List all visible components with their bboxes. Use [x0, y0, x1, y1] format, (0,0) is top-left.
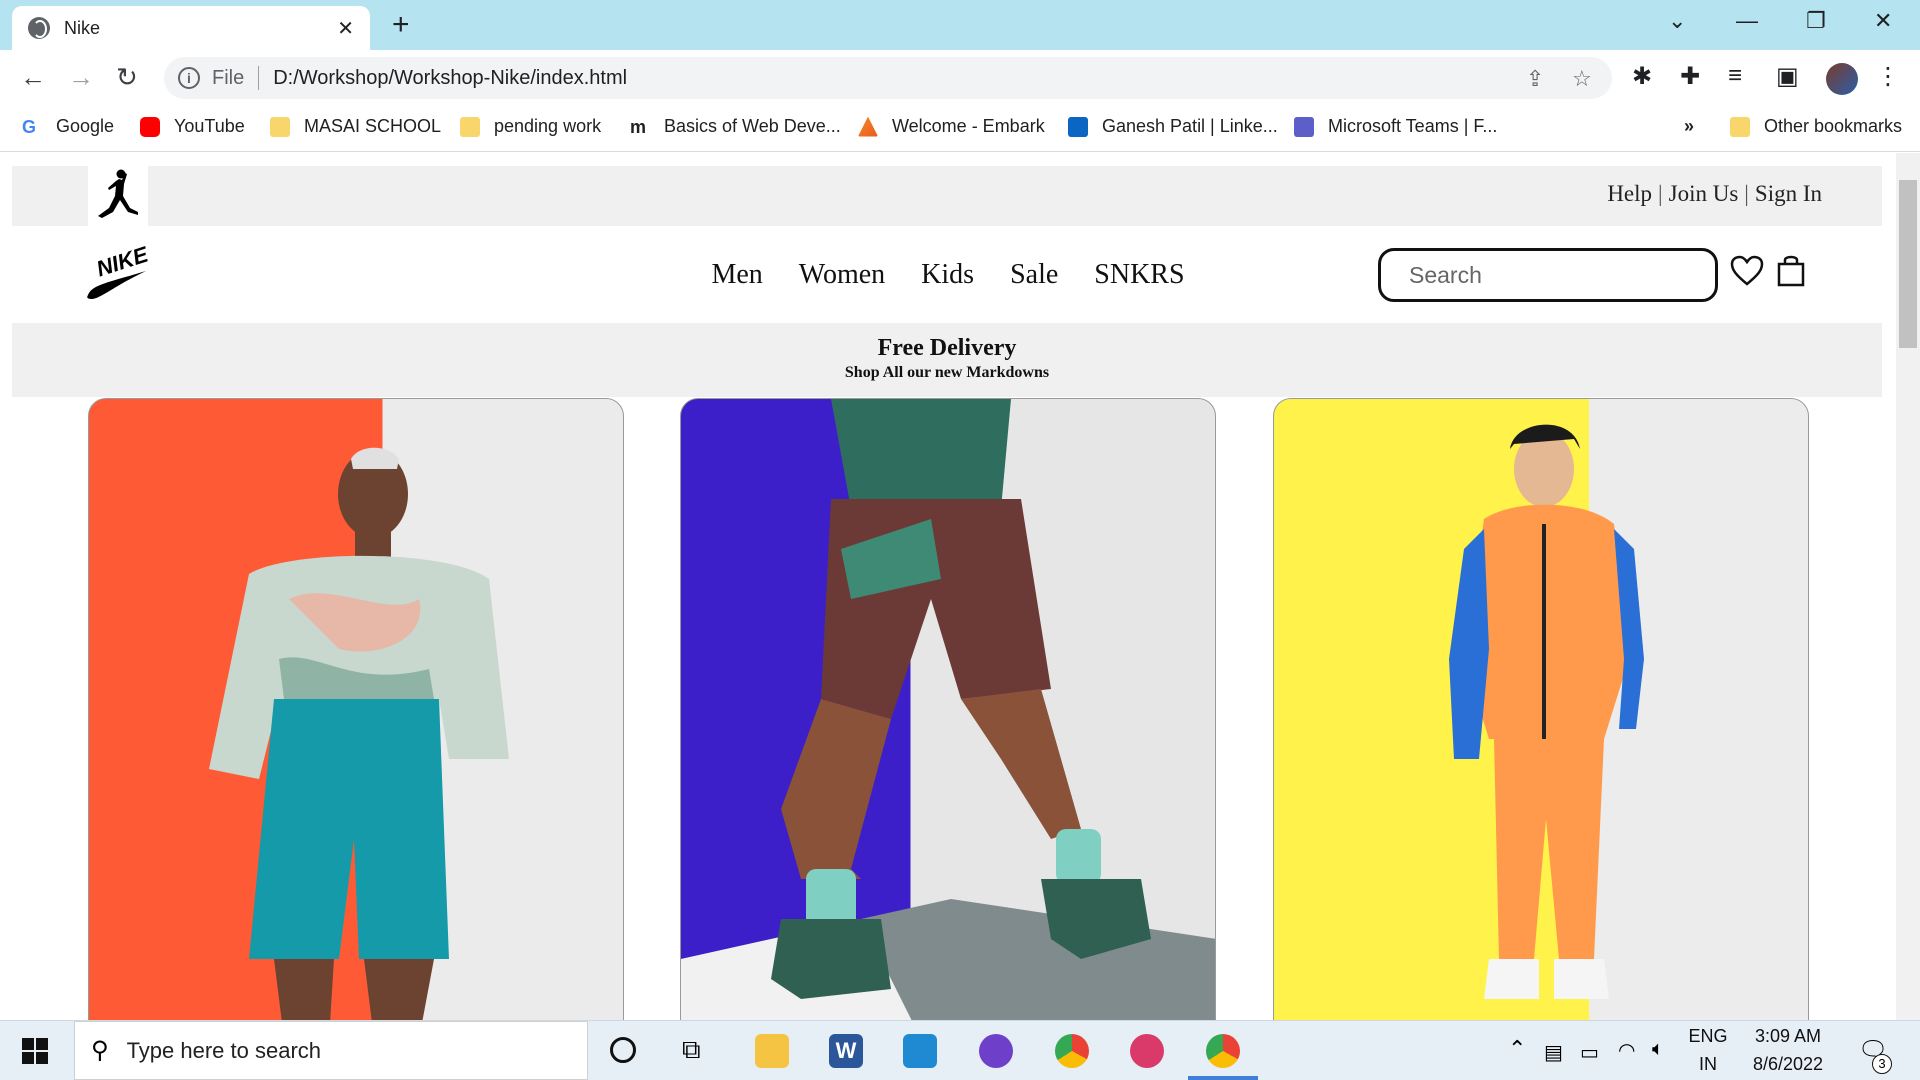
- search-input[interactable]: [1378, 248, 1718, 302]
- teams-icon: [1294, 116, 1314, 137]
- restore-button[interactable]: ❐: [1806, 8, 1826, 34]
- tab-title: Nike: [64, 17, 101, 38]
- bookmarks-overflow-button[interactable]: »: [1684, 116, 1694, 137]
- nav-sale[interactable]: Sale: [1010, 259, 1058, 291]
- bookmark-google[interactable]: G Google: [22, 116, 114, 137]
- folder-icon: [1730, 116, 1750, 137]
- jordan-jumpman-logo[interactable]: [88, 166, 148, 226]
- media-control-icon[interactable]: ≡: [1728, 62, 1742, 90]
- file-explorer-icon[interactable]: [755, 1034, 789, 1068]
- tray-app-icon[interactable]: ▤: [1544, 1040, 1563, 1065]
- tab-search-icon[interactable]: ⌄: [1668, 8, 1686, 34]
- card-tie-dye-outfit[interactable]: [88, 398, 624, 1020]
- other-bookmarks[interactable]: Other bookmarks: [1730, 116, 1902, 137]
- globe-icon: [28, 17, 50, 39]
- nav-kids[interactable]: Kids: [921, 259, 974, 291]
- github-desktop-icon[interactable]: [979, 1034, 1013, 1068]
- favorites-heart-icon[interactable]: [1730, 255, 1764, 292]
- new-tab-button[interactable]: +: [392, 8, 410, 42]
- clock-time[interactable]: 3:09 AM: [1740, 1026, 1836, 1047]
- reload-button[interactable]: ↻: [116, 62, 138, 93]
- minimize-button[interactable]: —: [1736, 8, 1758, 34]
- active-app-indicator: [1188, 1076, 1258, 1080]
- word-icon[interactable]: W: [829, 1034, 863, 1068]
- masai-m-icon: m: [630, 116, 647, 137]
- bookmark-pending-work[interactable]: pending work: [460, 116, 601, 137]
- snip-tool-icon[interactable]: [1130, 1034, 1164, 1068]
- bookmark-teams[interactable]: Microsoft Teams | F...: [1294, 116, 1497, 137]
- sign-in-link[interactable]: Sign In: [1755, 181, 1822, 206]
- browser-tab[interactable]: Nike ✕: [12, 6, 370, 50]
- utility-bar: [12, 166, 1882, 226]
- url-scheme: File: [212, 66, 245, 89]
- address-bar[interactable]: i File D:/Workshop/Workshop-Nike/index.h…: [164, 57, 1612, 99]
- linkedin-icon: [1068, 116, 1088, 137]
- side-panel-icon[interactable]: ▣: [1776, 62, 1799, 91]
- help-link[interactable]: Help: [1607, 181, 1652, 206]
- windows-start-icon[interactable]: [22, 1038, 48, 1069]
- notification-badge: 3: [1872, 1054, 1892, 1074]
- menu-kebab-icon[interactable]: ⋮: [1876, 62, 1900, 91]
- volume-icon[interactable]: 🔈︎: [1652, 1038, 1664, 1061]
- profile-avatar[interactable]: [1826, 63, 1858, 95]
- info-icon[interactable]: i: [178, 67, 200, 89]
- cortana-icon[interactable]: [610, 1037, 636, 1063]
- battery-icon[interactable]: ▭: [1580, 1040, 1599, 1065]
- taskbar-search-placeholder: Type here to search: [126, 1037, 322, 1063]
- embark-icon: [858, 116, 878, 137]
- promo-subtitle: Shop All our new Markdowns: [844, 364, 1050, 381]
- chrome-profile-icon[interactable]: [1206, 1034, 1240, 1068]
- chevron-up-icon[interactable]: ⌃: [1508, 1036, 1526, 1062]
- card-tech-fleece[interactable]: [1273, 398, 1809, 1020]
- bookmark-star-icon[interactable]: ☆: [1572, 66, 1592, 92]
- browser-tab-strip: Nike ✕ + ⌄ — ❐ ✕: [0, 0, 1920, 50]
- folder-icon: [270, 116, 290, 137]
- bookmark-youtube[interactable]: YouTube: [140, 116, 245, 137]
- folder-icon: [460, 116, 480, 137]
- forward-button[interactable]: →: [68, 62, 94, 93]
- google-icon: G: [22, 116, 42, 137]
- vscode-icon[interactable]: [903, 1034, 937, 1068]
- account-links: Help | Join Us | Sign In: [1607, 181, 1822, 206]
- jumpman-icon: [98, 169, 138, 218]
- nav-snkrs[interactable]: SNKRS: [1094, 259, 1184, 291]
- region-code[interactable]: IN: [1688, 1054, 1728, 1075]
- task-view-icon[interactable]: ⧉: [682, 1034, 701, 1066]
- taskbar-search-box[interactable]: ⚲ Type here to search: [74, 1021, 588, 1080]
- scrollbar-thumb[interactable]: [1899, 180, 1917, 348]
- wifi-icon[interactable]: ◠: [1618, 1038, 1635, 1063]
- bookmark-basics-web-dev[interactable]: m Basics of Web Deve...: [630, 116, 841, 137]
- nav-men[interactable]: Men: [711, 259, 762, 291]
- bookmark-linkedin[interactable]: Ganesh Patil | Linke...: [1068, 116, 1278, 137]
- extensions-puzzle-icon[interactable]: ✚: [1680, 62, 1700, 91]
- product-image: [1449, 424, 1644, 999]
- nav-women[interactable]: Women: [799, 259, 885, 291]
- url-text[interactable]: D:/Workshop/Workshop-Nike/index.html: [273, 67, 627, 90]
- bookmark-embark[interactable]: Welcome - Embark: [858, 116, 1045, 137]
- web-page: Help | Join Us | Sign In NIKE Men Women Kids…: [0, 153, 1896, 1020]
- url-separator: [258, 66, 260, 90]
- language-code[interactable]: ENG: [1688, 1026, 1728, 1047]
- back-button[interactable]: ←: [20, 62, 46, 93]
- join-us-link[interactable]: Join Us: [1669, 181, 1739, 206]
- youtube-icon: [140, 116, 160, 137]
- card-training-shorts[interactable]: [680, 398, 1216, 1020]
- bookmark-masai-school[interactable]: MASAI SCHOOL: [270, 116, 441, 137]
- chrome-icon[interactable]: [1055, 1034, 1089, 1068]
- close-tab-icon[interactable]: ✕: [337, 16, 354, 41]
- promo-title: Free Delivery: [877, 335, 1017, 361]
- clock-date[interactable]: 8/6/2022: [1740, 1054, 1836, 1075]
- shopping-bag-icon[interactable]: [1776, 253, 1806, 292]
- bookmarks-bar: G Google YouTube MASAI SCHOOL pending wo…: [0, 106, 1920, 152]
- close-window-button[interactable]: ✕: [1874, 8, 1892, 34]
- search-icon: ⚲: [91, 1037, 109, 1064]
- promo-banner[interactable]: Free Delivery Shop All our new Markdowns: [12, 323, 1882, 397]
- share-icon[interactable]: ⇪: [1526, 66, 1544, 92]
- product-image: [209, 447, 509, 1020]
- extension-bug-icon[interactable]: ✱: [1632, 62, 1652, 91]
- browser-toolbar: ← → ↻ i File D:/Workshop/Workshop-Nike/i…: [0, 50, 1920, 106]
- product-image: [681, 399, 1215, 1020]
